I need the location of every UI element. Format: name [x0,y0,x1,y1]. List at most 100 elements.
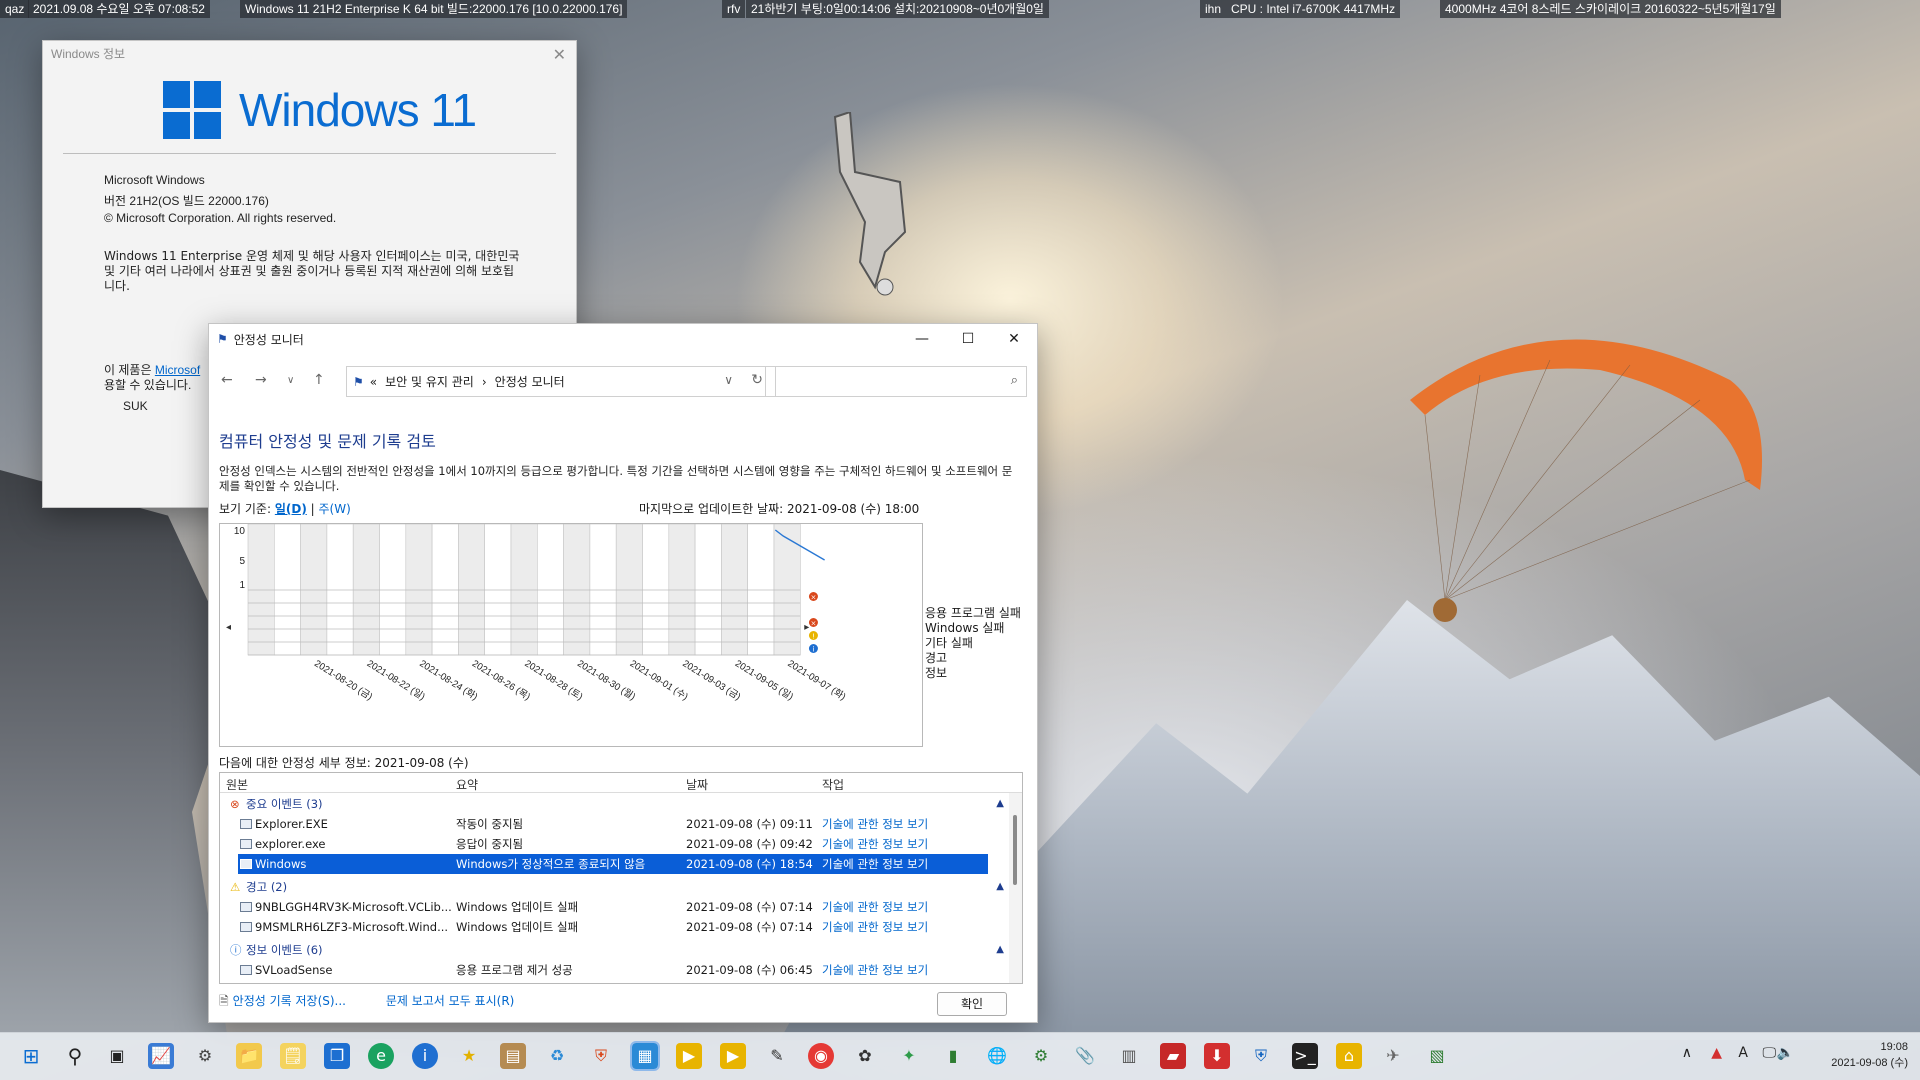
row-action-link[interactable]: 기술에 관한 정보 보기 [822,917,928,937]
close-icon[interactable]: ✕ [553,45,566,64]
table-row[interactable]: 9NBLGGH4RV3K-Microsoft.VCLib... Windows … [220,897,1010,917]
tools-icon[interactable]: ⚙ [192,1043,218,1069]
collapse-icon[interactable]: ▲ [996,940,1004,960]
table-row[interactable]: 9MSMLRH6LZF3-Microsoft.Wind... Windows 업… [220,917,1010,937]
table-row[interactable]: Explorer.EXE 작동이 중지됨 2021-09-08 (수) 09:1… [220,814,1010,834]
download-app-icon[interactable]: ⬇ [1204,1043,1230,1069]
ok-button[interactable]: 확인 [937,992,1007,1016]
chevron-up-icon[interactable]: ∧ [1682,1045,1692,1061]
info-app-icon[interactable]: i [412,1043,438,1069]
col-source[interactable]: 원본 [226,776,248,793]
scrollbar-thumb[interactable] [1013,815,1017,885]
close-button[interactable]: ✕ [991,324,1037,354]
row-action-link[interactable]: 기술에 관한 정보 보기 [822,960,928,980]
task-view-icon[interactable]: ▣ [104,1043,130,1069]
view-by-day-link[interactable]: 일(D) [275,502,307,516]
forward-arrow-icon[interactable]: → [255,372,267,388]
volume-icon[interactable]: 🔈 [1777,1045,1794,1061]
security-shield-icon[interactable]: ⛨ [588,1043,614,1069]
file-explorer-icon[interactable]: 📁 [236,1043,262,1069]
notepad-icon[interactable]: 🗒 [280,1043,306,1069]
home-app-icon[interactable]: ⌂ [1336,1043,1362,1069]
window-app-icon[interactable]: ❐ [324,1043,350,1069]
breadcrumb-reliability[interactable]: 안정성 모니터 [495,373,565,390]
back-arrow-icon[interactable]: ← [221,372,233,388]
terminal-icon[interactable]: >_ [1292,1043,1318,1069]
image-app-icon[interactable]: ▰ [1160,1043,1186,1069]
chart-app-icon[interactable]: ▮ [940,1043,966,1069]
x-tick-label: 2021-08-20 (금) [312,658,374,702]
performance-monitor-icon[interactable]: 📈 [148,1043,174,1069]
edge-browser-icon[interactable]: e [368,1043,394,1069]
paw-app-icon[interactable]: ✿ [852,1043,878,1069]
archive-icon[interactable]: ▤ [500,1043,526,1069]
row-date: 2021-09-08 (수) 06:45 [686,963,813,977]
search-icon[interactable]: ⚲ [62,1043,88,1069]
view-by-week-link[interactable]: 주(W) [319,502,351,516]
table-row[interactable]: SVLoadSense 응용 프로그램 제거 성공 2021-09-08 (수)… [220,960,1010,980]
row-source: Windows [240,854,306,874]
media-player-icon[interactable]: ▶ [676,1043,702,1069]
search-input[interactable]: ⌕ [765,366,1027,397]
favorites-star-icon[interactable]: ★ [456,1043,482,1069]
info-icon: ⓘ [230,943,242,957]
network-icon[interactable]: 🖵 [1763,1045,1777,1061]
row-action-link[interactable]: 기술에 관한 정보 보기 [822,854,928,874]
player-app-icon[interactable]: ◉ [808,1043,834,1069]
hardware-icon[interactable]: ⚙ [1028,1043,1054,1069]
monitor-app-icon[interactable]: ▧ [1424,1043,1450,1069]
wallpaper-paraglider [1410,339,1762,622]
row-action-link[interactable]: 기술에 관한 정보 보기 [822,897,928,917]
error-marker-glyph: × [811,620,817,628]
media-player-2-icon[interactable]: ▶ [720,1043,746,1069]
chart-legend: 응용 프로그램 실패 Windows 실패 기타 실패 경고 정보 [925,606,1021,681]
group-critical[interactable]: ⊗ 중요 이벤트 (3) ▲ [220,794,1010,814]
row-action-link[interactable]: 기술에 관한 정보 보기 [822,834,928,854]
breadcrumb-overflow[interactable]: « [370,375,377,389]
flag-icon: ⚑ [353,374,364,389]
globe-icon[interactable]: 🌐 [984,1043,1010,1069]
wallpaper-cliff [0,470,240,1040]
view-by-label: 보기 기준: [219,502,275,516]
up-arrow-icon[interactable]: ↑ [313,372,325,388]
col-date[interactable]: 날짜 [686,776,708,793]
col-action[interactable]: 작업 [822,776,844,793]
breadcrumb-security[interactable]: 보안 및 유지 관리 [385,373,474,390]
document-app-icon[interactable]: ▥ [1116,1043,1142,1069]
network-app-icon[interactable]: ✦ [896,1043,922,1069]
reliability-monitor-taskbar-icon[interactable]: ▦ [630,1041,660,1071]
group-warning[interactable]: ⚠ 경고 (2) ▲ [220,877,1010,897]
input-language-indicator[interactable]: A [1738,1045,1748,1061]
refresh-icon[interactable]: ↻ [751,372,763,388]
y-tick-label: 10 [234,526,246,537]
table-row-selected[interactable]: Windows Windows가 정상적으로 종료되지 않음 2021-09-0… [238,854,988,874]
col-summary[interactable]: 요약 [456,776,478,793]
editor-icon[interactable]: ✎ [764,1043,790,1069]
save-history-link[interactable]: 🗎 안정성 기록 저장(S)... [219,994,364,1008]
table-row[interactable]: explorer.exe 응답이 중지됨 2021-09-08 (수) 09:4… [220,834,1010,854]
tool-app-icon[interactable]: ✈ [1380,1043,1406,1069]
address-bar[interactable]: ⚑ « 보안 및 유지 관리 › 안정성 모니터 ∨ ↻ [346,366,776,397]
history-dropdown-icon[interactable]: ∨ [287,375,294,386]
address-dropdown-icon[interactable]: ∨ [724,373,733,387]
collapse-icon[interactable]: ▲ [996,877,1004,897]
license-link[interactable]: Microsof [155,363,200,377]
page-description: 안정성 인덱스는 시스템의 전반적인 안정성을 1에서 10까지의 등급으로 평… [219,464,1013,493]
shield-app-icon[interactable]: ⛨ [1248,1043,1274,1069]
recycle-icon[interactable]: ♻ [544,1043,570,1069]
vertical-scrollbar[interactable] [1009,793,1022,983]
start-windows-icon[interactable]: ⊞ [18,1043,44,1069]
group-info[interactable]: ⓘ 정보 이벤트 (6) ▲ [220,940,1010,960]
clip-icon[interactable]: 📎 [1072,1043,1098,1069]
minimize-button[interactable]: — [899,324,945,354]
clock[interactable]: 19:08 2021-09-08 (수) [1831,1039,1908,1071]
show-all-reports-link[interactable]: 문제 보고서 모두 표시(R) [386,994,515,1008]
legend-entry: 정보 [925,666,948,680]
tray-app-icon[interactable]: ▲ [1711,1045,1722,1061]
maximize-button[interactable]: ☐ [945,324,991,354]
reliability-chart[interactable]: 10 5 1 × ×! i ◂ ▸ 2021-08-20 (금) 2021-08-22 (일) 20… [219,523,923,747]
collapse-icon[interactable]: ▲ [996,794,1004,814]
row-action-link[interactable]: 기술에 관한 정보 보기 [822,814,928,834]
row-source: Explorer.EXE [240,814,328,834]
app-icon [240,859,252,869]
